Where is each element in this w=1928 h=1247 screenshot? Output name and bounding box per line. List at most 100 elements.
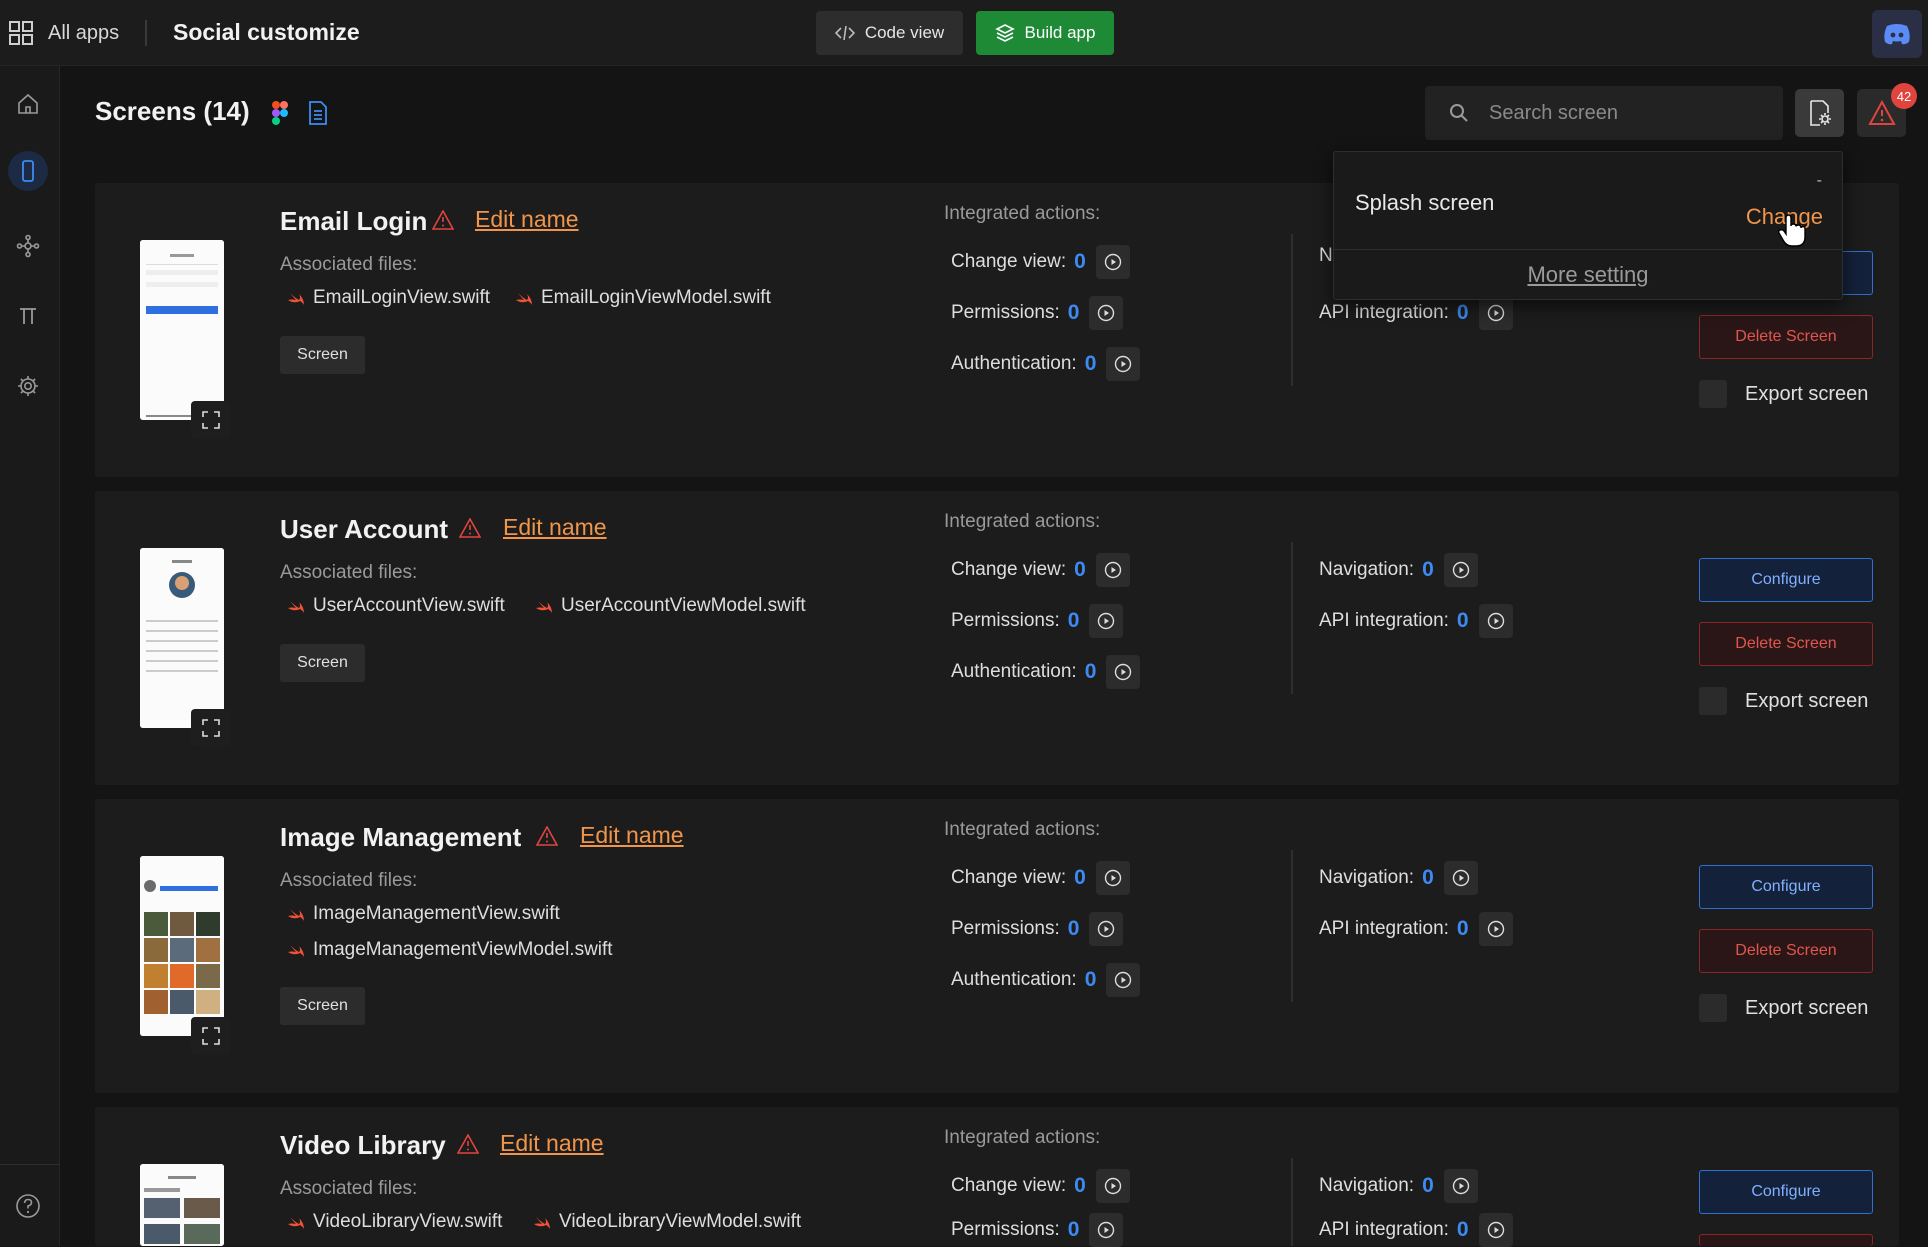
action-count: 0 <box>1067 1218 1080 1241</box>
edit-name-link[interactable]: Edit name <box>580 822 684 849</box>
sidebar-divider <box>0 1164 60 1165</box>
figma-button[interactable] <box>270 100 290 131</box>
document-button[interactable] <box>307 100 329 131</box>
delete-screen-button[interactable]: Delete Screen <box>1699 315 1873 359</box>
play-button[interactable] <box>1478 912 1513 946</box>
screen-thumbnail[interactable] <box>140 856 224 1036</box>
expand-preview-button[interactable] <box>191 1017 231 1055</box>
play-circle-icon <box>1098 1221 1115 1239</box>
file-item[interactable]: EmailLoginView.swift <box>287 287 490 309</box>
export-screen-toggle[interactable]: Export screen <box>1699 380 1868 408</box>
export-checkbox[interactable] <box>1699 380 1727 408</box>
all-apps-label: All apps <box>48 21 120 44</box>
play-button[interactable] <box>1478 604 1513 638</box>
change-view-action: Change view: 0 <box>951 861 1130 895</box>
export-screen-toggle[interactable]: Export screen <box>1699 687 1868 715</box>
play-button[interactable] <box>1095 245 1130 279</box>
warning-icon <box>1867 100 1896 125</box>
screen-thumbnail[interactable] <box>140 240 224 420</box>
layers-icon <box>994 24 1015 42</box>
export-checkbox[interactable] <box>1699 687 1727 715</box>
delete-screen-button[interactable] <box>1699 1234 1873 1246</box>
file-item[interactable]: UserAccountViewModel.swift <box>535 595 806 617</box>
play-button[interactable] <box>1106 347 1141 381</box>
export-checkbox[interactable] <box>1699 994 1727 1022</box>
search-input[interactable] <box>1489 101 1769 125</box>
file-item[interactable]: VideoLibraryView.swift <box>287 1211 502 1233</box>
screen-card: User Account Edit name Associated files:… <box>95 491 1899 785</box>
screen-thumbnail[interactable] <box>140 1164 224 1246</box>
swift-icon <box>288 909 304 921</box>
action-label: API integration: <box>1319 918 1449 939</box>
play-button[interactable] <box>1106 963 1141 997</box>
file-name: VideoLibraryViewModel.swift <box>559 1211 802 1232</box>
sidebar-item-settings[interactable] <box>8 366 48 406</box>
screen-settings-button[interactable] <box>1795 89 1844 137</box>
warning-icon[interactable] <box>432 210 454 230</box>
play-button[interactable] <box>1095 1169 1130 1203</box>
sidebar-item-home[interactable] <box>8 84 48 124</box>
all-apps-button[interactable]: All apps <box>8 20 119 46</box>
file-item[interactable]: ImageManagementView.swift <box>287 903 560 925</box>
play-button[interactable] <box>1106 655 1141 689</box>
play-circle-icon <box>1452 561 1469 579</box>
screen-thumbnail[interactable] <box>140 548 224 728</box>
file-item[interactable]: UserAccountView.swift <box>287 595 505 617</box>
build-app-button[interactable]: Build app <box>976 11 1114 55</box>
discord-button[interactable] <box>1872 10 1922 58</box>
delete-screen-button[interactable]: Delete Screen <box>1699 929 1873 973</box>
warning-icon[interactable] <box>457 1134 479 1154</box>
delete-screen-button[interactable]: Delete Screen <box>1699 622 1873 666</box>
action-count: 0 <box>1084 660 1097 683</box>
action-count: 0 <box>1084 352 1097 375</box>
file-item[interactable]: EmailLoginViewModel.swift <box>515 287 771 309</box>
edit-name-link[interactable]: Edit name <box>500 1130 604 1157</box>
export-screen-toggle[interactable]: Export screen <box>1699 994 1868 1022</box>
phone-icon <box>22 160 34 182</box>
play-button[interactable] <box>1095 553 1130 587</box>
sidebar-item-screens[interactable] <box>8 151 48 191</box>
integrated-actions-label: Integrated actions: <box>944 1127 1101 1148</box>
warning-icon[interactable] <box>459 518 481 538</box>
play-button[interactable] <box>1478 1213 1513 1247</box>
configure-button[interactable]: Configure <box>1699 865 1873 909</box>
play-button[interactable] <box>1478 296 1513 330</box>
permissions-action: Permissions: 0 <box>951 912 1124 946</box>
play-circle-icon <box>1104 253 1122 271</box>
edit-name-link[interactable]: Edit name <box>503 514 607 541</box>
swift-icon <box>288 945 304 957</box>
code-view-button[interactable]: Code view <box>816 11 963 55</box>
configure-button[interactable]: Configure <box>1699 558 1873 602</box>
more-setting-link[interactable]: More setting <box>1334 262 1842 288</box>
sidebar-item-typography[interactable] <box>8 296 48 336</box>
play-button[interactable] <box>1089 912 1124 946</box>
play-button[interactable] <box>1095 861 1130 895</box>
action-label: Change view: <box>951 1175 1067 1196</box>
action-count: 0 <box>1084 968 1097 991</box>
authentication-action: Authentication: 0 <box>951 963 1141 997</box>
navigation-action-partial: N <box>1319 245 1333 267</box>
warning-icon[interactable] <box>536 826 558 846</box>
alert-count-badge: 42 <box>1891 83 1917 109</box>
configure-button[interactable]: Configure <box>1699 1170 1873 1214</box>
expand-preview-button[interactable] <box>191 401 231 439</box>
integrated-actions-label: Integrated actions: <box>944 203 1101 224</box>
search-box[interactable] <box>1425 86 1783 140</box>
action-label: API integration: <box>1319 610 1449 631</box>
edit-name-link[interactable]: Edit name <box>475 206 579 233</box>
sidebar-item-flow[interactable] <box>8 226 48 266</box>
play-button[interactable] <box>1443 861 1478 895</box>
permissions-action: Permissions: 0 <box>951 1213 1124 1247</box>
play-button[interactable] <box>1443 1169 1478 1203</box>
play-button[interactable] <box>1089 604 1124 638</box>
discord-icon <box>1884 24 1910 45</box>
play-button[interactable] <box>1089 296 1124 330</box>
file-item[interactable]: ImageManagementViewModel.swift <box>287 939 613 961</box>
help-button[interactable] <box>8 1186 48 1226</box>
play-button[interactable] <box>1443 553 1478 587</box>
action-label: Authentication: <box>951 969 1077 990</box>
file-item[interactable]: VideoLibraryViewModel.swift <box>533 1211 801 1233</box>
play-button[interactable] <box>1089 1213 1124 1247</box>
expand-preview-button[interactable] <box>191 709 231 747</box>
screen-card: Image Management Edit name Associated fi… <box>95 799 1899 1093</box>
